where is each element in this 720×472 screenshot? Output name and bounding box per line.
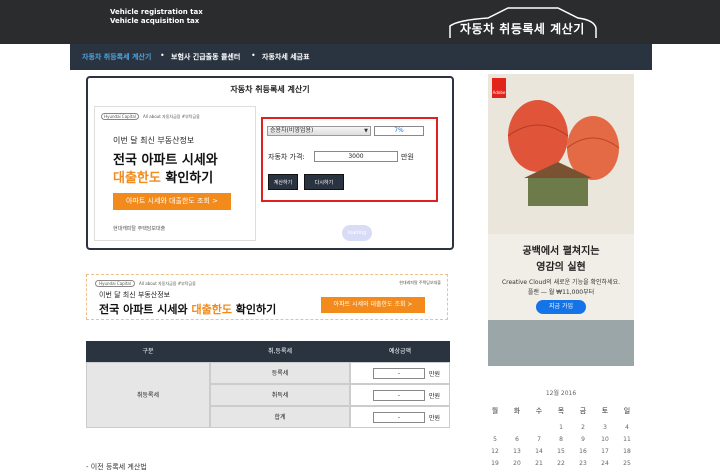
ad-line-3-rest: 확인하기 [160, 171, 214, 186]
price-label: 자동차 가격: [268, 153, 305, 161]
result-unit: 만원 [429, 371, 441, 378]
ad-brand-sub: All about 자동차금융 #부탁금융 [143, 114, 200, 119]
previous-method-link[interactable]: - 이전 등록세 계산법 [86, 462, 147, 472]
calendar-weekday: 금 [579, 407, 587, 415]
table-row-value-cell: - 만원 [350, 384, 450, 406]
table-group-cell: 취등록세 [86, 362, 210, 428]
calendar-day[interactable]: 25 [617, 460, 637, 467]
balloon-illustration [488, 74, 634, 366]
calendar-day[interactable]: 19 [485, 460, 505, 467]
calendar-day[interactable]: 14 [529, 448, 549, 455]
result-output: - [373, 390, 425, 401]
table-header-tax: 취,등록세 [210, 341, 350, 362]
main-nav: 자동차 취등록세 계산기 • 보험사 긴급출동 콜센터 • 자동차세 세금표 [70, 44, 652, 70]
banner-brand-sub: All about 자동차금융 #부탁금융 [139, 281, 196, 286]
ad-cta-button[interactable]: 아파트 시세와 대출한도 조회 > [113, 193, 231, 210]
calendar-day[interactable]: 11 [617, 436, 637, 443]
calendar-day[interactable]: 1 [551, 424, 571, 431]
ad-brand-badge: Hyundai Capital [101, 113, 139, 120]
calendar-day[interactable]: 6 [507, 436, 527, 443]
calendar-day[interactable]: 17 [595, 448, 615, 455]
header-bar: Vehicle registration tax Vehicle acquisi… [0, 0, 720, 44]
banner-line-2a: 전국 아파트 시세와 [99, 303, 192, 316]
ad-banner[interactable]: Hyundai Capital All about 자동차금융 #부탁금융 현대… [86, 274, 448, 320]
ad-highlight: 대출한도 [113, 171, 161, 186]
table-header-amount: 예상금액 [350, 341, 450, 362]
calendar-weekday: 토 [601, 407, 609, 415]
calendar-day[interactable]: 21 [529, 460, 549, 467]
vehicle-type-value: 승용차(비영업용) [270, 127, 314, 134]
vehicle-type-select[interactable]: 승용차(비영업용) ▼ [267, 126, 371, 136]
reset-button[interactable]: 다시하기 [304, 174, 344, 190]
side-ad-headline-1: 공백에서 펼쳐지는 [522, 246, 600, 257]
adobe-logo: Adobe [492, 78, 506, 98]
side-ad-headline-2: 영감의 실현 [536, 262, 586, 273]
chevron-down-icon: ▼ [364, 128, 368, 134]
banner-line-2b: 확인하기 [231, 303, 277, 316]
loading-indicator: loading [342, 225, 372, 241]
side-ad-text-2: 플랜 — 월 ₩11,000부터 [527, 289, 595, 296]
nav-item-insurance-callcenter[interactable]: 보험사 긴급출동 콜센터 [171, 52, 240, 62]
calendar-day[interactable]: 2 [573, 424, 593, 431]
ad-sidebar[interactable]: Adobe 공백에서 펼쳐지는 영감의 실현 Creative Cloud의 새… [488, 74, 634, 366]
header-subtitle-2: Vehicle acquisition tax [110, 17, 200, 25]
calendar-day[interactable]: 20 [507, 460, 527, 467]
calendar-day[interactable]: 7 [529, 436, 549, 443]
banner-highlight: 대출한도 [191, 303, 232, 316]
side-ad-text-1: Creative Cloud의 새로운 기능을 확인하세요. [501, 279, 621, 286]
result-output: - [373, 368, 425, 379]
calendar-day[interactable]: 15 [551, 448, 571, 455]
nav-separator: • [160, 51, 165, 60]
calendar-day[interactable]: 4 [617, 424, 637, 431]
calendar-day[interactable]: 12 [485, 448, 505, 455]
calculate-button[interactable]: 계산하기 [268, 174, 298, 190]
result-unit: 만원 [429, 415, 441, 422]
price-unit: 만원 [401, 153, 414, 161]
banner-cta-button[interactable]: 아파트 시세와 대출한도 조회 > [321, 297, 425, 313]
calendar-weekday: 일 [623, 407, 631, 415]
nav-item-calculator[interactable]: 자동차 취등록세 계산기 [82, 52, 151, 62]
side-ad-join-button[interactable]: 지금 가입 [536, 300, 586, 314]
nav-separator: • [251, 51, 256, 60]
table-row-label: 취득세 [210, 384, 350, 406]
calendar-weekday: 화 [513, 407, 521, 415]
table-header-category: 구분 [86, 341, 210, 362]
calendar-day[interactable]: 23 [573, 460, 593, 467]
result-output: - [373, 412, 425, 423]
calendar-weekday: 수 [535, 407, 543, 415]
banner-line-1: 이번 달 최신 부동산정보 [99, 291, 171, 299]
ad-square[interactable]: Hyundai Capital All about 자동차금융 #부탁금융 이번… [94, 106, 256, 241]
result-unit: 만원 [429, 393, 441, 400]
calendar-day[interactable]: 3 [595, 424, 615, 431]
calendar-day[interactable]: 16 [573, 448, 593, 455]
calendar-day[interactable]: 5 [485, 436, 505, 443]
calendar-day[interactable]: 18 [617, 448, 637, 455]
calendar-day[interactable]: 9 [573, 436, 593, 443]
calendar-day[interactable]: 13 [507, 448, 527, 455]
calendar-weekday: 목 [557, 407, 565, 415]
ad-footer: 현대캐피탈 주택담보대출 [113, 226, 166, 232]
banner-line-2: 전국 아파트 시세와 대출한도 확인하기 [99, 301, 276, 317]
table-row-label: 합계 [210, 406, 350, 428]
table-row-value-cell: - 만원 [350, 406, 450, 428]
calendar-weekday: 월 [491, 407, 499, 415]
nav-item-car-tax-table[interactable]: 자동차세 세금표 [262, 52, 310, 62]
banner-brand-badge: Hyundai Capital [95, 280, 135, 287]
calendar-day[interactable]: 24 [595, 460, 615, 467]
calendar-day[interactable]: 10 [595, 436, 615, 443]
tax-rate-field: 7% [374, 126, 424, 136]
calendar-title: 12월 2016 [545, 390, 577, 397]
header-subtitle-1: Vehicle registration tax [110, 8, 203, 16]
price-input[interactable]: 3000 [314, 151, 398, 162]
ad-line-1: 이번 달 최신 부동산정보 [113, 136, 195, 145]
ad-line-2: 전국 아파트 시세와 [113, 153, 218, 168]
banner-right-text: 현대캐피탈 주택담보대출 [399, 280, 441, 285]
ad-line-3: 대출한도 확인하기 [113, 167, 213, 186]
calendar-day[interactable]: 8 [551, 436, 571, 443]
table-row-label: 등록세 [210, 362, 350, 384]
table-row-value-cell: - 만원 [350, 362, 450, 384]
calculator-title: 자동차 취등록세 계산기 [230, 85, 310, 94]
calendar-day[interactable]: 22 [551, 460, 571, 467]
site-logo-text[interactable]: 자동차 취등록세 계산기 [460, 20, 585, 37]
